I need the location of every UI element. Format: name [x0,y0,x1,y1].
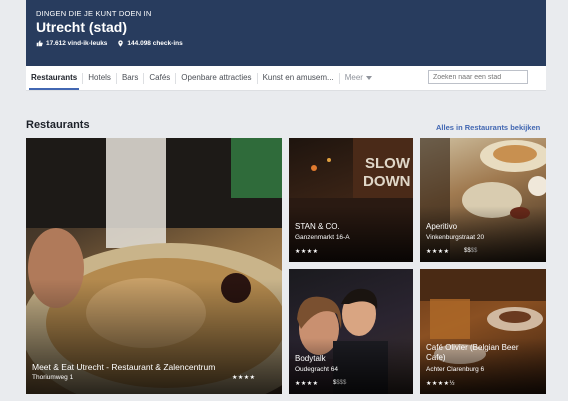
restaurant-name: Café Olivier (Belgian Beer Cafe) [426,343,519,362]
category-tabs: Restaurants Hotels Bars Cafés Openbare a… [26,66,377,90]
restaurant-name: Meet & Eat Utrecht - Restaurant & Zalenc… [32,362,216,372]
likes-count: 17.612 vind-ik-leuks [46,40,108,47]
rating-stars: ★★★★ [232,375,256,381]
restaurant-card[interactable]: SLOW DOWN STAN & CO. Ganzenmarkt 16-A ★★… [289,138,413,262]
restaurant-address: Ganzenmarkt 16-A [295,234,350,241]
tab-bars[interactable]: Bars [117,66,143,90]
city-title[interactable]: Utrecht (stad) [36,19,127,35]
svg-text:DOWN: DOWN [363,173,411,190]
restaurant-name: STAN & CO. [295,222,340,231]
price-active: $$ [464,248,471,254]
price-inactive: $$ [470,248,478,254]
restaurant-card[interactable]: Café Olivier (Belgian Beer Cafe) Achter … [420,269,546,394]
more-label: Meer [344,73,363,82]
thumbs-up-icon [36,40,43,47]
city-search-input[interactable] [428,70,528,84]
tab-more[interactable]: Meer [340,66,377,90]
restaurant-card[interactable]: Meet & Eat Utrecht - Restaurant & Zalenc… [26,138,282,394]
svg-text:SLOW: SLOW [365,155,411,172]
restaurant-address: Thoriumweg 1 [32,374,74,381]
rating-stars: ★★★★ [295,249,319,255]
restaurant-name: Bodytalk [295,354,326,363]
rating-stars: ★★★★ [295,381,319,387]
header-stats: 17.612 vind-ik-leuks 144.098 check-ins [36,40,183,47]
tab-hotels[interactable]: Hotels [83,66,116,90]
restaurant-name: Aperitivo [426,222,458,231]
restaurant-address: Oudegracht 64 [295,366,339,373]
price-level: $$$$ [333,380,346,386]
page-header: DINGEN DIE JE KUNT DOEN IN Utrecht (stad… [26,0,546,66]
restaurant-card[interactable]: Aperitivo Vinkenburgstraat 20 ★★★★ $$$$ [420,138,546,262]
price-level: $$$$ [464,248,477,254]
likes-stat: 17.612 vind-ik-leuks [36,40,107,47]
section-title: Restaurants [26,119,90,131]
checkins-count: 144.098 check-ins [127,40,183,47]
rating-stars: ★★★★ [426,249,450,255]
tab-arts-entertainment[interactable]: Kunst en amusem... [258,66,339,90]
category-nav: Restaurants Hotels Bars Cafés Openbare a… [26,66,546,91]
rating-stars: ★★★★½ [426,381,456,387]
tab-public-attractions[interactable]: Openbare attracties [176,66,256,90]
restaurant-address: Vinkenburgstraat 20 [426,234,485,241]
restaurant-card[interactable]: Bodytalk Oudegracht 64 ★★★★ $$$$ [289,269,413,394]
restaurant-address: Achter Clarenburg 6 [426,366,485,373]
price-inactive: $$$ [336,380,347,386]
tab-restaurants[interactable]: Restaurants [26,66,82,90]
chevron-down-icon [365,76,372,80]
checkins-stat: 144.098 check-ins [117,40,183,47]
location-pin-icon [118,40,124,47]
header-kicker: DINGEN DIE JE KUNT DOEN IN [36,9,152,18]
tab-cafes[interactable]: Cafés [144,66,175,90]
see-all-link[interactable]: Alles in Restaurants bekijken [436,123,540,132]
